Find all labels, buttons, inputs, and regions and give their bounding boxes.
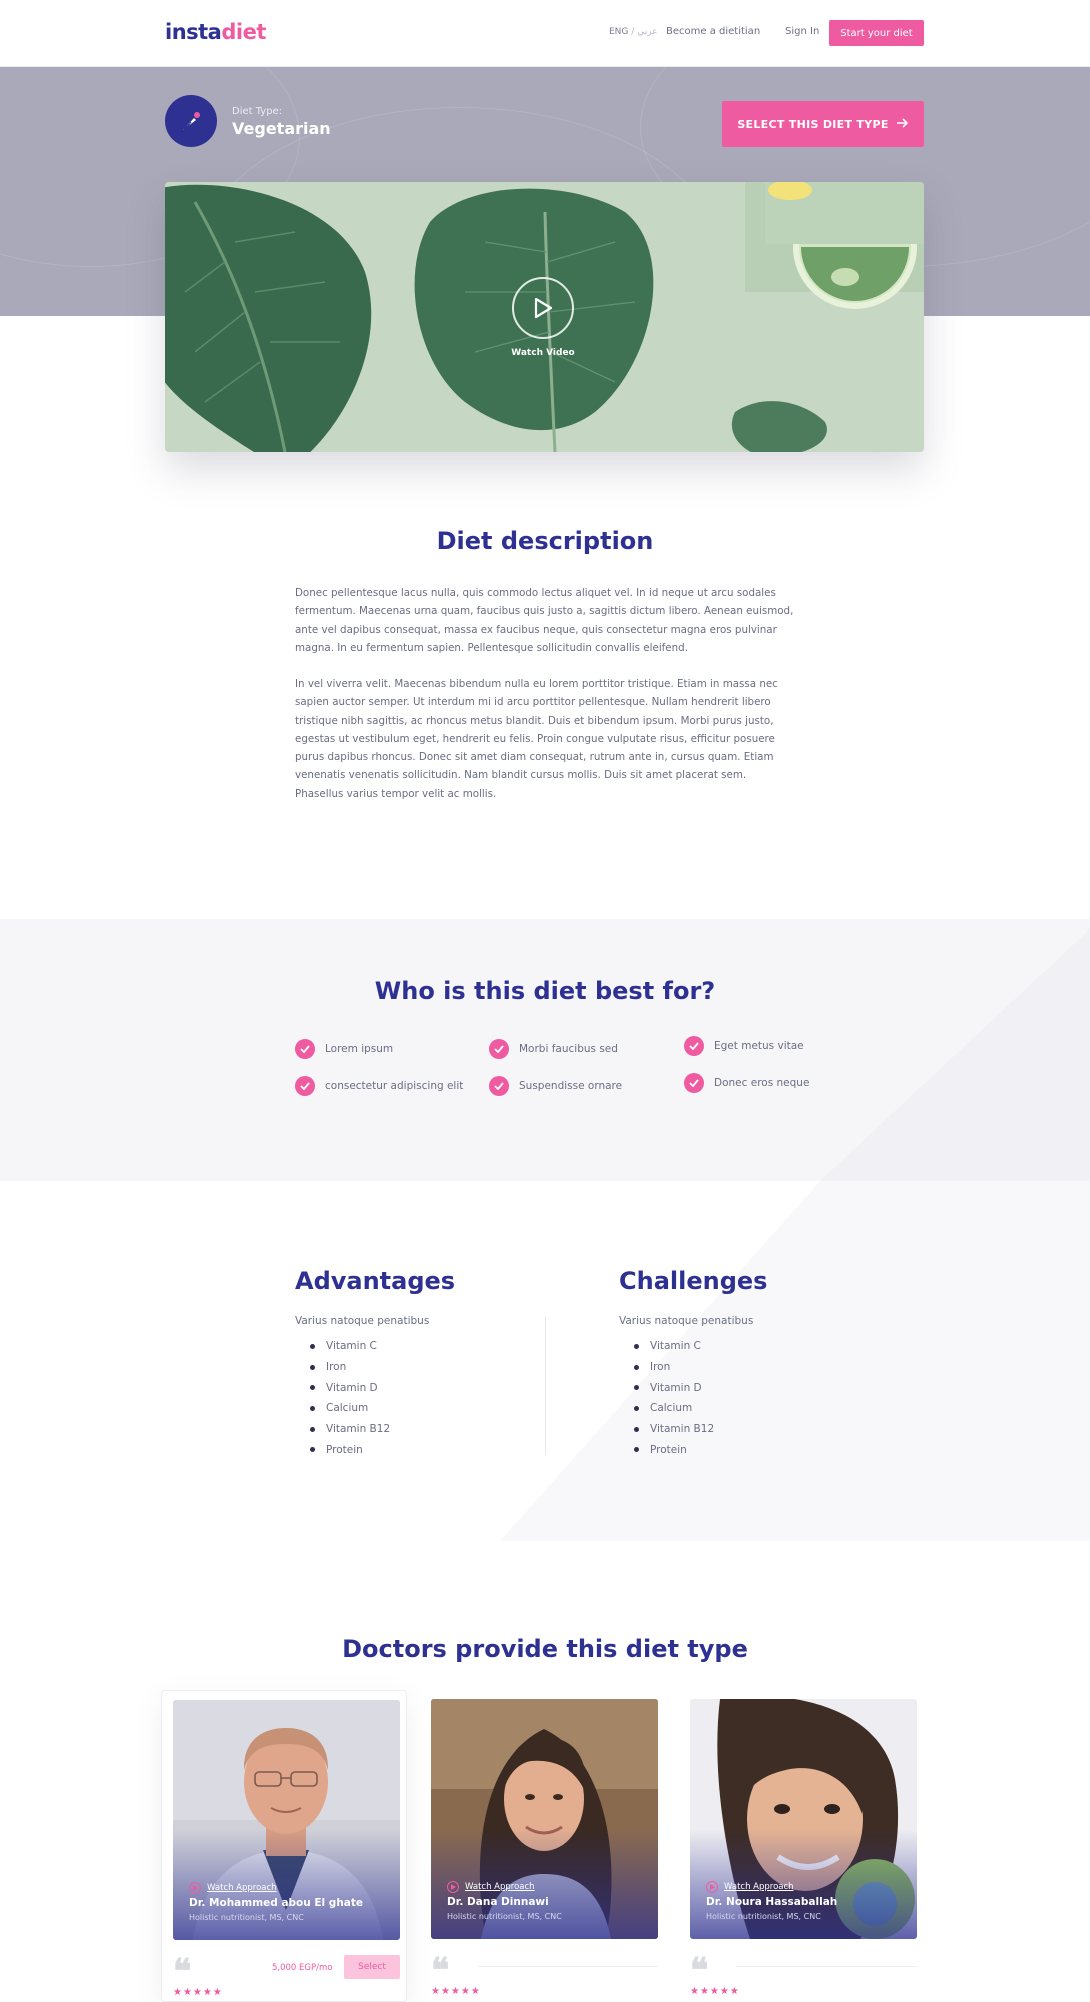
best-for-item: Donec eros neque	[684, 1073, 809, 1093]
play-button[interactable]	[512, 277, 574, 339]
challenges-subtitle: Varius natoque penatibus	[619, 1315, 754, 1327]
select-diet-type-label: SELECT THIS DIET TYPE	[737, 117, 889, 131]
divider-line	[478, 1966, 658, 1967]
doctor-name: Dr. Dana Dinnawi	[447, 1896, 549, 1908]
play-icon	[534, 297, 553, 319]
list-item: Protein	[310, 1439, 390, 1460]
carrot-icon	[183, 112, 200, 130]
best-for-item: Morbi faucibus sed	[489, 1039, 618, 1059]
column-divider	[545, 1317, 546, 1455]
list-item: Vitamin D	[310, 1377, 390, 1398]
best-for-item: Lorem ipsum	[295, 1039, 393, 1059]
quote-icon: ❝	[431, 1951, 450, 1991]
doctor-title: Holistic nutritionist, MS, CNC	[189, 1913, 304, 1922]
sign-in-link[interactable]: Sign In	[785, 26, 819, 37]
description-paragraph-2: In vel viverra velit. Maecenas bibendum …	[295, 678, 778, 800]
watch-approach-link[interactable]: Watch Approach	[189, 1882, 277, 1894]
list-item: Vitamin C	[310, 1336, 390, 1357]
check-icon	[295, 1076, 315, 1096]
best-for-item-label: consectetur adipiscing elit	[325, 1080, 464, 1092]
check-icon	[684, 1073, 704, 1093]
select-diet-type-button[interactable]: SELECT THIS DIET TYPE	[722, 101, 924, 147]
play-icon	[189, 1882, 201, 1894]
list-item: Vitamin D	[634, 1377, 714, 1398]
doctor-title: Holistic nutritionist, MS, CNC	[447, 1912, 562, 1921]
description-paragraph-1: Donec pellentesque lacus nulla, quis com…	[295, 587, 794, 654]
best-for-item-label: Morbi faucibus sed	[519, 1043, 618, 1055]
watch-approach-label: Watch Approach	[724, 1882, 794, 1892]
challenges-title: Challenges	[619, 1267, 768, 1295]
diet-type-value: Vegetarian	[232, 119, 331, 138]
watch-approach-label: Watch Approach	[465, 1882, 535, 1892]
instadiet-logo[interactable]: instadiet	[165, 20, 266, 44]
rating-stars: ★★★★★	[690, 1986, 740, 1997]
become-dietitian-link[interactable]: Become a dietitian	[666, 26, 760, 37]
play-icon	[706, 1881, 718, 1893]
list-item: Vitamin B12	[310, 1419, 390, 1440]
rating-stars: ★★★★★	[173, 1987, 223, 1998]
check-icon	[489, 1039, 509, 1059]
best-for-item: Eget metus vitae	[684, 1036, 804, 1056]
divider-line	[737, 1966, 917, 1967]
check-icon	[295, 1039, 315, 1059]
best-for-item-label: Donec eros neque	[714, 1077, 810, 1089]
logo-text-insta: insta	[165, 20, 222, 44]
watch-approach-link[interactable]: Watch Approach	[706, 1881, 794, 1893]
best-for-item-label: Suspendisse ornare	[519, 1080, 623, 1092]
list-item: Calcium	[634, 1398, 714, 1419]
best-for-title: Who is this diet best for?	[374, 977, 716, 1005]
quote-icon: ❝	[690, 1951, 709, 1991]
doctor-photo: Watch Approach Dr. Dana Dinnawi Holistic…	[431, 1699, 658, 1939]
language-switcher: ENG / عربي	[609, 27, 658, 37]
arrow-right-icon	[896, 117, 909, 131]
diet-video[interactable]: Watch Video	[165, 182, 924, 452]
list-item: Calcium	[310, 1398, 390, 1419]
check-icon	[489, 1076, 509, 1096]
play-icon	[447, 1881, 459, 1893]
doctor-name: Dr. Mohammed abou El ghate	[189, 1897, 364, 1909]
doctor-card[interactable]: Watch Approach Dr. Noura Hassaballah Hol…	[679, 1690, 925, 2002]
list-item: Iron	[310, 1357, 390, 1378]
doctor-photo: Watch Approach Dr. Noura Hassaballah Hol…	[690, 1699, 917, 1939]
challenges-list: Vitamin C Iron Vitamin D Calcium Vitamin…	[634, 1336, 714, 1460]
diet-type-label: Diet Type:	[232, 106, 283, 117]
list-item: Protein	[634, 1439, 714, 1460]
lang-english[interactable]: ENG	[609, 27, 628, 37]
watch-approach-link[interactable]: Watch Approach	[447, 1881, 535, 1893]
check-icon	[684, 1036, 704, 1056]
advantages-list: Vitamin C Iron Vitamin D Calcium Vitamin…	[310, 1336, 390, 1460]
doctors-title: Doctors provide this diet type	[342, 1635, 748, 1663]
advantages-title: Advantages	[295, 1267, 456, 1295]
lang-arabic[interactable]: عربي	[637, 27, 657, 37]
best-for-item: Suspendisse ornare	[489, 1076, 622, 1096]
rating-stars: ★★★★★	[431, 1986, 481, 1997]
diet-type-icon	[165, 95, 217, 147]
best-for-item-label: Eget metus vitae	[714, 1040, 804, 1052]
select-doctor-button[interactable]: Select	[344, 1955, 400, 1979]
doctor-photo: Watch Approach Dr. Mohammed abou El ghat…	[173, 1700, 400, 1940]
list-item: Iron	[634, 1357, 714, 1378]
lang-separator: /	[631, 27, 635, 37]
doctor-title: Holistic nutritionist, MS, CNC	[706, 1912, 821, 1921]
doctor-card[interactable]: Watch Approach Dr. Mohammed abou El ghat…	[161, 1690, 407, 2002]
advantages-subtitle: Varius natoque penatibus	[295, 1315, 430, 1327]
quote-icon: ❝	[173, 1952, 192, 1992]
watch-video-label[interactable]: Watch Video	[475, 348, 611, 358]
list-item: Vitamin B12	[634, 1419, 714, 1440]
start-diet-button[interactable]: Start your diet	[829, 20, 924, 46]
top-nav: instadiet ENG / عربي Become a dietitian …	[0, 0, 1090, 67]
watch-approach-label: Watch Approach	[207, 1883, 277, 1893]
doctor-card[interactable]: Watch Approach Dr. Dana Dinnawi Holistic…	[420, 1690, 666, 2002]
best-for-item-label: Lorem ipsum	[325, 1043, 394, 1055]
doctor-name: Dr. Noura Hassaballah	[706, 1896, 838, 1908]
list-item: Vitamin C	[634, 1336, 714, 1357]
logo-text-diet: diet	[221, 20, 266, 44]
best-for-item: consectetur adipiscing elit	[295, 1076, 463, 1096]
description-title: Diet description	[436, 527, 654, 555]
doctor-price: 5,000 EGP/mo	[272, 1963, 333, 1973]
